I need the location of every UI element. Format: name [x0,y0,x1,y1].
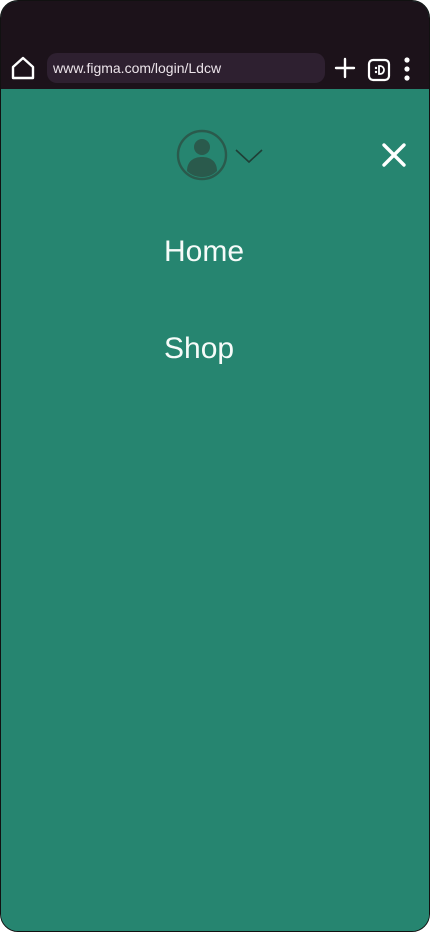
address-bar[interactable]: www.figma.com/login/Ldcw [47,53,325,83]
nav-link-shop[interactable]: Shop [164,331,234,367]
plus-icon [334,57,356,79]
user-avatar-icon [176,129,228,181]
browser-toolbar: www.figma.com/login/Ldcw [1,1,429,89]
tab-switcher-icon [367,58,391,82]
new-tab-button[interactable] [333,56,357,80]
navigation-menu: Home Shop [1,89,429,931]
close-menu-button[interactable] [380,141,408,169]
browser-home-button[interactable] [9,53,37,83]
account-dropdown-toggle[interactable] [234,147,264,165]
home-icon [11,56,35,80]
chevron-down-icon [235,149,263,164]
tab-switcher-button[interactable] [367,58,391,82]
phone-frame: www.figma.com/login/Ldcw Home Shop [0,0,430,932]
more-options-button[interactable] [399,56,415,82]
nav-link-home[interactable]: Home [164,234,244,270]
address-bar-url: www.figma.com/login/Ldcw [53,60,222,76]
more-vertical-icon [404,57,410,81]
close-icon [382,143,406,167]
user-avatar-button[interactable] [176,129,228,181]
